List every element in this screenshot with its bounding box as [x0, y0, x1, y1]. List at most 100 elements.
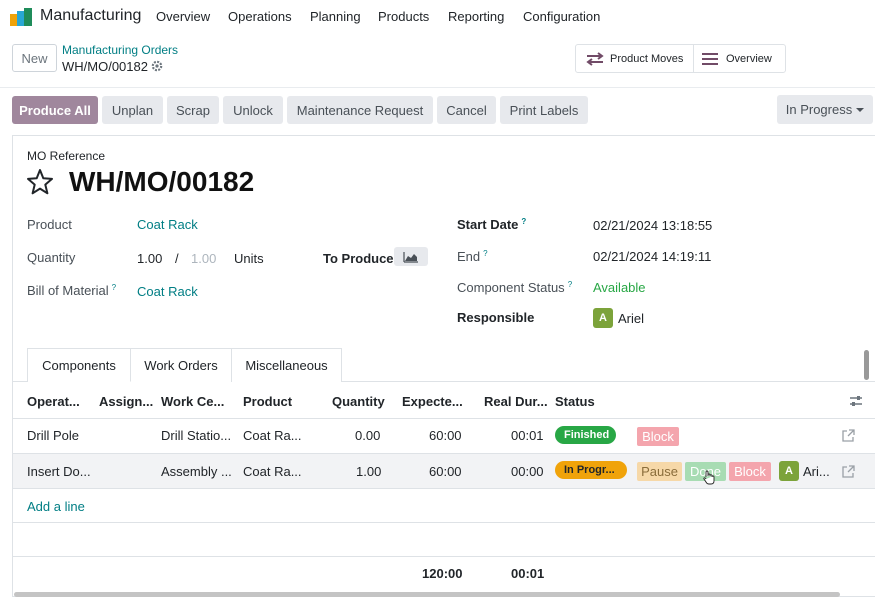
row-quantity: 0.00 [355, 428, 381, 443]
to-produce-label: To Produce [323, 251, 394, 266]
vertical-scrollbar[interactable] [864, 350, 869, 380]
avatar: A [593, 308, 613, 328]
new-button[interactable]: New [12, 44, 57, 72]
quantity-label: Quantity [27, 250, 76, 265]
horizontal-scrollbar[interactable] [14, 592, 840, 597]
start-date-label-text: Start Date [457, 217, 519, 232]
hand-cursor-icon [703, 470, 715, 485]
status-badge: In Progr... [555, 461, 627, 479]
mo-reference-title: WH/MO/00182 [69, 166, 255, 197]
row-divider [13, 522, 875, 523]
end-date-field[interactable]: 02/21/2024 14:19:11 [593, 249, 711, 264]
gear-icon[interactable] [151, 60, 163, 72]
col-product[interactable]: Product [243, 394, 292, 409]
start-date-label: Start Date? [457, 217, 526, 232]
tab-miscellaneous[interactable]: Miscellaneous [231, 348, 342, 382]
cancel-button[interactable]: Cancel [437, 96, 496, 124]
bom-label-text: Bill of Material [27, 283, 109, 298]
top-navbar: Manufacturing Overview Operations Planni… [0, 0, 875, 34]
menu-operations[interactable]: Operations [228, 9, 292, 24]
quantity-field[interactable]: 1.00 [137, 251, 162, 266]
overview-button[interactable]: Overview [693, 45, 785, 72]
start-date-field[interactable]: 02/21/2024 13:18:55 [593, 218, 712, 233]
external-link-icon[interactable] [842, 429, 855, 442]
row-real-duration: 00:00 [511, 464, 544, 479]
add-line-link[interactable]: Add a line [27, 499, 85, 514]
unlock-button[interactable]: Unlock [223, 96, 283, 124]
row-divider [13, 556, 875, 557]
row-divider [13, 488, 875, 489]
responsible-field[interactable]: Ariel [618, 311, 644, 326]
help-icon[interactable]: ? [112, 283, 116, 292]
star-icon[interactable] [26, 168, 54, 196]
bom-label: Bill of Material? [27, 283, 116, 298]
menu-products[interactable]: Products [378, 9, 429, 24]
uom-field[interactable]: Units [234, 251, 264, 266]
row-product: Coat Ra... [243, 428, 302, 443]
col-status[interactable]: Status [555, 394, 595, 409]
menu-reporting[interactable]: Reporting [448, 9, 504, 24]
row-real-duration: 00:01 [511, 428, 544, 443]
overview-label: Overview [726, 52, 772, 65]
bars-icon [702, 52, 718, 65]
product-moves-button[interactable]: Product Moves [576, 45, 693, 72]
end-date-label-text: End [457, 249, 481, 264]
reference-label: MO Reference [27, 149, 106, 163]
help-icon[interactable]: ? [521, 217, 526, 226]
col-real-duration[interactable]: Real Dur... [484, 394, 548, 409]
app-name[interactable]: Manufacturing [40, 7, 141, 25]
row-quantity: 1.00 [356, 464, 382, 479]
scrap-button[interactable]: Scrap [167, 96, 219, 124]
produce-all-button[interactable]: Produce All [12, 96, 98, 124]
total-real-duration: 00:01 [511, 566, 545, 581]
col-assigned[interactable]: Assign... [99, 394, 153, 409]
help-icon[interactable]: ? [483, 249, 487, 258]
total-expected: 120:00 [422, 566, 463, 581]
row-operation: Insert Do... [27, 464, 91, 479]
col-work-center[interactable]: Work Ce... [161, 394, 224, 409]
menu-overview[interactable]: Overview [156, 9, 210, 24]
menu-configuration[interactable]: Configuration [523, 9, 600, 24]
forecast-chart-button[interactable] [394, 247, 428, 266]
help-icon[interactable]: ? [568, 280, 572, 289]
sliders-icon[interactable] [849, 394, 863, 408]
state-dropdown[interactable]: In Progress [777, 95, 873, 124]
smart-buttons: Product Moves Overview [575, 44, 786, 73]
menu-planning[interactable]: Planning [310, 9, 361, 24]
bom-field[interactable]: Coat Rack [137, 284, 198, 299]
tab-work-orders[interactable]: Work Orders [130, 348, 232, 382]
row-product: Coat Ra... [243, 464, 302, 479]
product-label: Product [27, 217, 72, 232]
quantity-separator: / [175, 251, 179, 266]
maintenance-request-button[interactable]: Maintenance Request [287, 96, 433, 124]
caret-down-icon [856, 107, 865, 112]
print-labels-button[interactable]: Print Labels [500, 96, 588, 124]
col-expected-duration[interactable]: Expecte... [402, 394, 463, 409]
manufacturing-app-icon[interactable] [10, 8, 32, 26]
avatar: A [779, 461, 799, 481]
unplan-button[interactable]: Unplan [102, 96, 163, 124]
header-divider [13, 418, 875, 419]
pause-button[interactable]: Pause [637, 462, 682, 481]
status-badge: Finished [555, 426, 616, 444]
block-button[interactable]: Block [637, 427, 679, 446]
breadcrumb-current: WH/MO/00182 [62, 59, 148, 74]
tab-components[interactable]: Components [27, 348, 131, 382]
row-expected: 60:00 [429, 464, 462, 479]
state-label: In Progress [785, 102, 853, 117]
row-work-center: Drill Statio... [161, 428, 232, 443]
product-field[interactable]: Coat Rack [137, 217, 198, 232]
block-button[interactable]: Block [729, 462, 771, 481]
exchange-icon [586, 51, 604, 66]
row-work-center: Assembly ... [161, 464, 232, 479]
col-operation[interactable]: Operat... [27, 394, 80, 409]
row-operation: Drill Pole [27, 428, 80, 443]
external-link-icon[interactable] [842, 465, 855, 478]
component-status-label-text: Component Status [457, 280, 565, 295]
breadcrumb-manufacturing-orders[interactable]: Manufacturing Orders [62, 43, 178, 57]
quantity-to-produce: 1.00 [191, 251, 217, 266]
component-status-label: Component Status? [457, 280, 572, 295]
responsible-label: Responsible [457, 310, 535, 325]
col-quantity[interactable]: Quantity [332, 394, 385, 409]
area-chart-icon [403, 251, 418, 263]
